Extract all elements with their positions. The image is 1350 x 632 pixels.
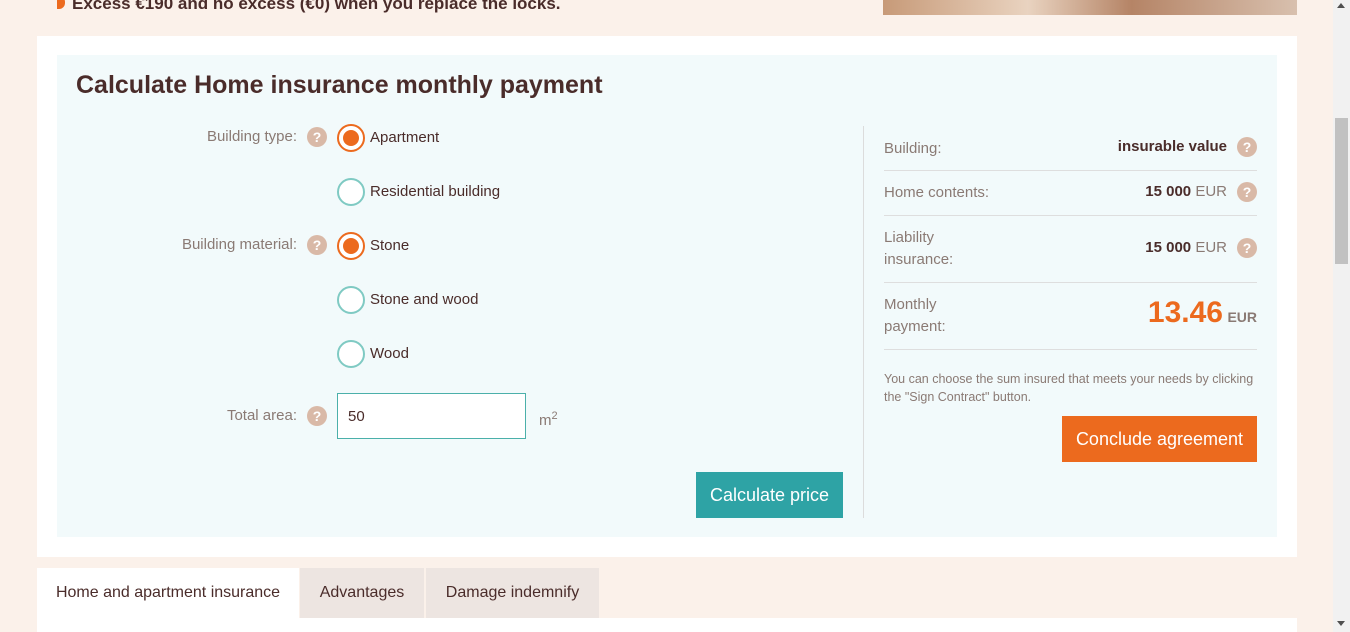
radio-stone[interactable] (337, 232, 365, 260)
scroll-up-arrow-icon[interactable] (1337, 3, 1345, 8)
calculate-price-button[interactable]: Calculate price (696, 472, 843, 518)
total-area-label: Total area: (226, 407, 297, 424)
summary-row-liability: Liability insurance: 15 000 EUR ? (884, 216, 1257, 283)
monthly-payment-currency: EUR (1227, 309, 1257, 325)
radio-residential-building-label[interactable]: Residential building (370, 183, 500, 200)
total-area-help-icon[interactable]: ? (307, 406, 327, 426)
tab-damage-indemnify[interactable]: Damage indemnify (426, 568, 599, 618)
radio-residential-building[interactable] (337, 178, 365, 206)
tab-content-area (37, 618, 1297, 632)
calculator-title: Calculate Home insurance monthly payment (76, 71, 603, 99)
building-sum-help-icon[interactable]: ? (1237, 137, 1257, 157)
page-scrollbar[interactable] (1333, 0, 1350, 632)
top-banner: Excess €190 and no excess (€0) when you … (0, 0, 1333, 16)
tab-home-and-apartment-insurance[interactable]: Home and apartment insurance (37, 568, 299, 618)
sum-insured-note: You can choose the sum insured that meet… (884, 372, 1254, 404)
monthly-payment-amount: 13.46 EUR (1148, 296, 1257, 330)
radio-apartment[interactable] (337, 124, 365, 152)
area-unit: m2 (539, 410, 558, 429)
column-divider (863, 126, 864, 518)
summary-row-building: Building: insurable value ? (884, 126, 1257, 171)
summary-row-home-contents: Home contents: 15 000 EUR ? (884, 171, 1257, 216)
total-area-input[interactable] (337, 393, 526, 439)
radio-wood[interactable] (337, 340, 365, 368)
monthly-payment-label: Monthly payment: (884, 296, 946, 335)
home-contents-value: 15 000 EUR (1145, 183, 1227, 200)
monthly-payment-value: 13.46 (1147, 296, 1223, 329)
home-contents-label: Home contents: (884, 184, 990, 201)
scrollbar-thumb[interactable] (1335, 118, 1348, 264)
tab-advantages[interactable]: Advantages (300, 568, 424, 618)
radio-stone-and-wood-label[interactable]: Stone and wood (370, 291, 478, 308)
building-material-label: Building material: (181, 236, 297, 253)
liability-help-icon[interactable]: ? (1237, 238, 1257, 258)
liability-label: Liability insurance: (884, 229, 954, 268)
building-sum-label: Building: (884, 140, 942, 157)
building-type-help-icon[interactable]: ? (307, 127, 327, 147)
banner-text: Excess €190 and no excess (€0) when you … (72, 0, 561, 13)
home-contents-help-icon[interactable]: ? (1237, 182, 1257, 202)
building-material-help-icon[interactable]: ? (307, 235, 327, 255)
radio-apartment-label[interactable]: Apartment (370, 129, 439, 146)
banner-photo (883, 0, 1297, 15)
bullet-marker-icon (57, 0, 65, 9)
liability-value: 15 000 EUR (1145, 239, 1227, 256)
radio-wood-label[interactable]: Wood (370, 345, 409, 362)
scroll-down-arrow-icon[interactable] (1337, 621, 1345, 626)
conclude-agreement-button[interactable]: Conclude agreement (1062, 416, 1257, 462)
building-type-label: Building type: (206, 128, 297, 145)
building-sum-value: insurable value (1117, 138, 1227, 155)
radio-stone-label[interactable]: Stone (370, 237, 409, 254)
radio-stone-and-wood[interactable] (337, 286, 365, 314)
